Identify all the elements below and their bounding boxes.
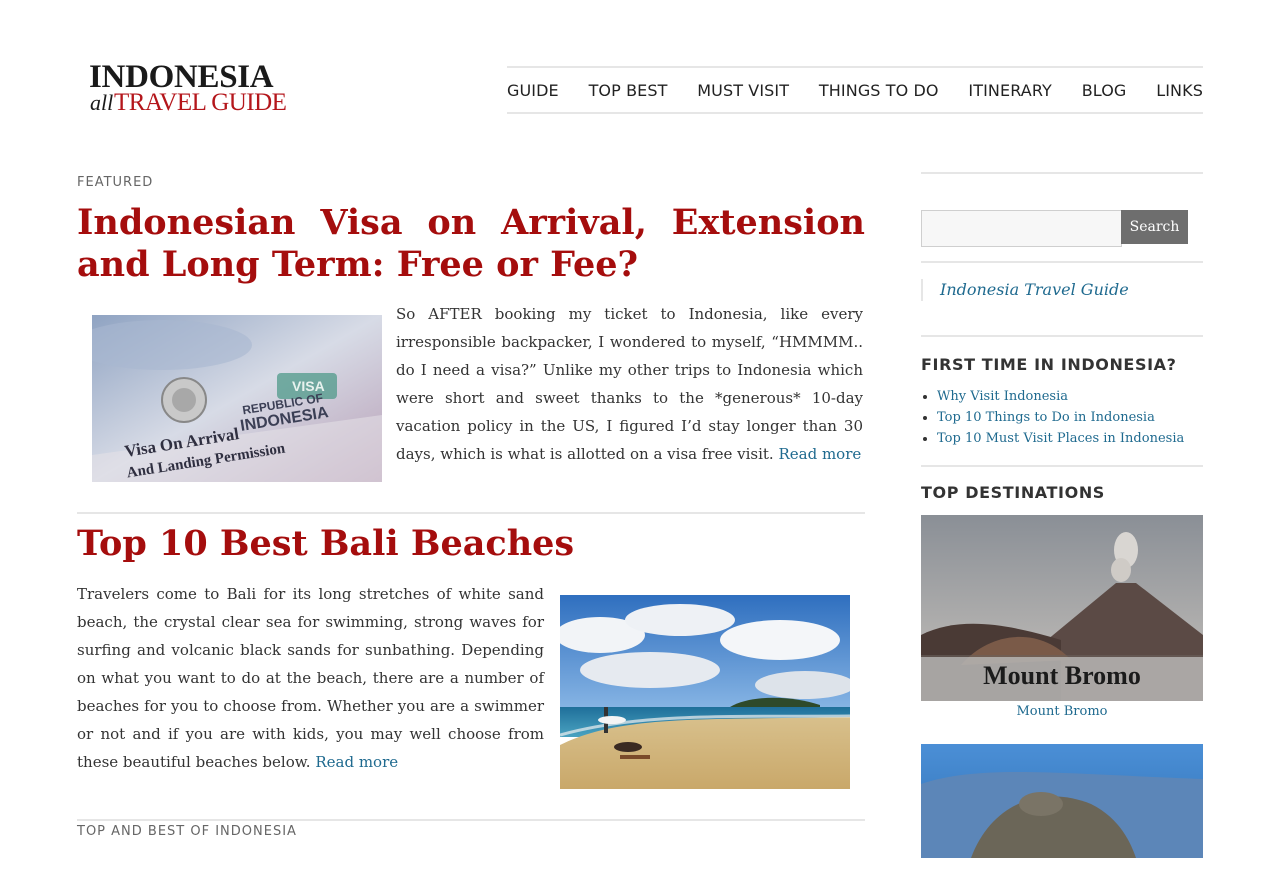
- post-excerpt-bali-text: Travelers come to Bali for its long stre…: [77, 585, 544, 771]
- nav-things-to-do[interactable]: THINGS TO DO: [819, 81, 939, 100]
- top-destinations-heading: TOP DESTINATIONS: [921, 483, 1105, 502]
- search-button[interactable]: Search: [1121, 210, 1188, 244]
- nav-must-visit[interactable]: MUST VISIT: [697, 81, 789, 100]
- post-title-visa[interactable]: Indonesian Visa on Arrival, Extension an…: [77, 202, 865, 286]
- post-excerpt-bali: Travelers come to Bali for its long stre…: [77, 580, 544, 776]
- sidebar-top-divider: [921, 172, 1203, 174]
- read-more-bali[interactable]: Read more: [315, 753, 398, 771]
- link-top-things[interactable]: Top 10 Things to Do in Indonesia: [937, 410, 1155, 425]
- sidebar-divider-3: [921, 465, 1203, 467]
- visa-post-image[interactable]: VISA REPUBLIC OF INDONESIA Visa On Arriv…: [92, 315, 382, 482]
- nav-top-best[interactable]: TOP BEST: [589, 81, 668, 100]
- nav-blog[interactable]: BLOG: [1082, 81, 1127, 100]
- post-divider: [77, 512, 865, 514]
- sidebar-divider-2: [921, 335, 1203, 337]
- komodo-photo: [921, 744, 1203, 858]
- list-item: Why Visit Indonesia: [937, 386, 1184, 407]
- category-featured[interactable]: FEATURED: [77, 175, 153, 190]
- category-top-and-best[interactable]: TOP AND BEST OF INDONESIA: [77, 824, 297, 839]
- category-divider: [77, 819, 865, 821]
- nav-itinerary[interactable]: ITINERARY: [968, 81, 1051, 100]
- mount-bromo-image[interactable]: Mount Bromo: [921, 515, 1203, 701]
- sidebar-divider-1: [921, 261, 1203, 263]
- post-excerpt-visa-text: So AFTER booking my ticket to Indonesia,…: [396, 305, 863, 463]
- post-excerpt-visa: So AFTER booking my ticket to Indonesia,…: [396, 300, 863, 468]
- bromo-overlay-text: Mount Bromo: [983, 661, 1141, 690]
- nav-links[interactable]: LINKS: [1156, 81, 1203, 100]
- beach-photo: [560, 595, 850, 789]
- link-must-visit[interactable]: Top 10 Must Visit Places in Indonesia: [937, 431, 1184, 446]
- logo-subtitle: TRAVEL GUIDE: [114, 89, 287, 116]
- first-time-heading: FIRST TIME IN INDONESIA?: [921, 355, 1177, 374]
- main-nav: GUIDE TOP BEST MUST VISIT THINGS TO DO I…: [507, 66, 1203, 114]
- list-item: Top 10 Must Visit Places in Indonesia: [937, 428, 1184, 449]
- bromo-caption[interactable]: Mount Bromo: [921, 704, 1203, 719]
- read-more-visa[interactable]: Read more: [778, 445, 861, 463]
- link-why-visit[interactable]: Why Visit Indonesia: [937, 389, 1068, 404]
- bali-beach-image[interactable]: [560, 595, 850, 789]
- sidebar-guide-link[interactable]: Indonesia Travel Guide: [921, 279, 1129, 301]
- nav-guide[interactable]: GUIDE: [507, 81, 559, 100]
- first-time-list: Why Visit Indonesia Top 10 Things to Do …: [921, 386, 1184, 449]
- logo-all: all: [90, 90, 114, 115]
- site-logo[interactable]: INDONESIA all TRAVEL GUIDE: [88, 60, 308, 120]
- komodo-image[interactable]: [921, 744, 1203, 858]
- search-input[interactable]: [921, 210, 1122, 247]
- post-title-bali[interactable]: Top 10 Best Bali Beaches: [77, 523, 574, 565]
- list-item: Top 10 Things to Do in Indonesia: [937, 407, 1184, 428]
